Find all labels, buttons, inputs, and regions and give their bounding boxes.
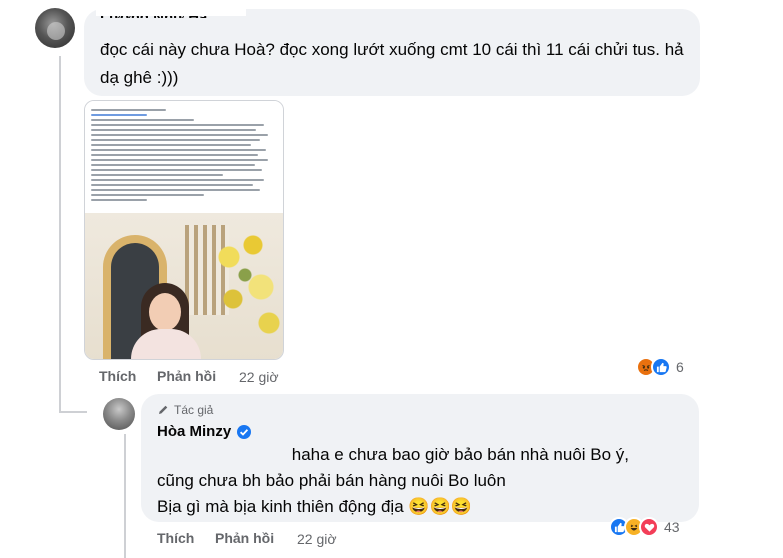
reply-thread-line xyxy=(124,434,126,558)
love-react-icon xyxy=(639,517,659,537)
name-cutoff-overlay xyxy=(96,6,246,16)
reply-reply-button[interactable]: Phản hồi xyxy=(215,530,274,546)
comment-text: đọc cái này chưa Hoà? đọc xong lướt xuốn… xyxy=(100,40,684,87)
pencil-icon xyxy=(159,405,168,414)
reply-reaction-summary[interactable]: 43 xyxy=(609,516,680,538)
screenshot-text-preview xyxy=(85,101,283,213)
thread-branch xyxy=(59,411,87,413)
mention-overlay xyxy=(157,448,287,463)
screenshot-photo xyxy=(85,213,283,359)
like-button[interactable]: Thích xyxy=(99,368,136,384)
author-badge-label: Tác giả xyxy=(174,403,214,417)
reply-text: haha e chưa bao giờ bảo bán nhà nuôi Bo … xyxy=(157,442,687,520)
author-badge: Tác giả xyxy=(157,403,213,417)
reply-line-1: haha e chưa bao giờ bảo bán nhà nuôi Bo … xyxy=(291,445,630,464)
reaction-summary[interactable]: 6 xyxy=(636,356,684,378)
verified-badge-icon xyxy=(237,424,252,439)
author-avatar[interactable] xyxy=(103,398,135,430)
reaction-count: 6 xyxy=(676,359,684,375)
reply-time[interactable]: 22 giờ xyxy=(297,531,337,547)
reply-author[interactable]: Hòa Minzy xyxy=(157,423,252,440)
comment-time[interactable]: 22 giờ xyxy=(239,369,279,385)
reply-line-2: cũng chưa bh bảo phải bán hàng nuôi Bo l… xyxy=(157,471,506,490)
reply-reaction-count: 43 xyxy=(664,519,680,535)
thread-line xyxy=(59,56,61,413)
commenter-avatar[interactable] xyxy=(35,8,75,48)
reply-like-button[interactable]: Thích xyxy=(157,530,194,546)
like-react-icon xyxy=(651,357,671,377)
reply-button[interactable]: Phản hồi xyxy=(157,368,216,384)
reply-author-name[interactable]: Hòa Minzy xyxy=(157,423,231,440)
reply-line-3: Bịa gì mà bịa kinh thiên động địa 😆😆😆 xyxy=(157,497,472,516)
comment-image[interactable] xyxy=(84,100,284,360)
